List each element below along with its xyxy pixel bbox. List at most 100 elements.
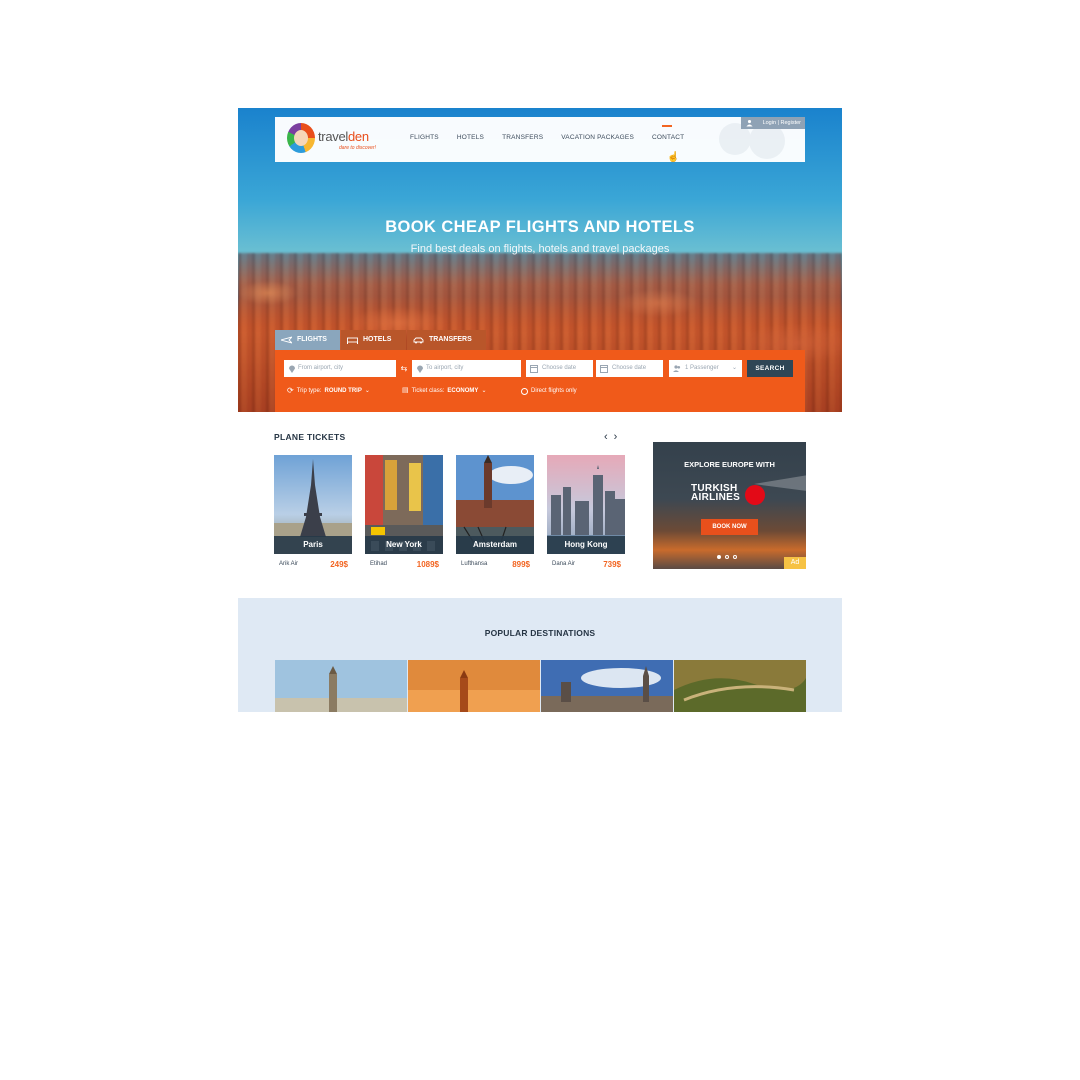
search-panel: From airport, city ⇆ To airport, city Ch…	[275, 350, 805, 412]
users-icon	[673, 365, 681, 372]
hero-banner: travelden dare to discover! FLIGHTS HOTE…	[238, 108, 842, 412]
login-register-button[interactable]: Login | Register	[741, 117, 805, 129]
ad-carousel-dots	[717, 555, 737, 559]
nav-item-transfers[interactable]: TRANSFERS	[502, 134, 543, 141]
tab-transfers[interactable]: TRANSFERS	[407, 330, 486, 350]
ticket-price: 249$	[330, 560, 348, 569]
destination-munich-photo[interactable]	[541, 660, 673, 712]
carousel-dot[interactable]	[725, 555, 729, 559]
refresh-icon: ⟳	[287, 386, 294, 395]
login-register-label: Login | Register	[762, 120, 801, 126]
radio-icon	[521, 387, 528, 395]
tab-hotels[interactable]: HOTELS	[341, 330, 406, 350]
ticket-icon: ▤	[402, 387, 409, 394]
nav-item-contact[interactable]: CONTACT	[652, 125, 684, 141]
trip-type-select[interactable]: ⟳ Trip type: ROUND TRIP ⌄	[287, 386, 370, 396]
chevron-down-icon: ⌄	[481, 388, 487, 394]
hand-cursor-icon: ☝	[667, 152, 680, 163]
ticket-price: 739$	[603, 560, 621, 569]
ticket-card-meta: Lufthansa 899$	[456, 560, 534, 572]
passenger-select[interactable]: 1 Passenger ⌄	[669, 360, 742, 377]
tab-flights[interactable]: FLIGHTS	[275, 330, 340, 350]
turkish-airlines-ad[interactable]: EXPLORE EUROPE WITH TURKISH AIRLINES BOO…	[653, 442, 806, 569]
logo-face	[294, 130, 308, 146]
turkish-airlines-roundel-icon	[745, 485, 765, 505]
ad-headline: EXPLORE EUROPE WITH	[684, 460, 775, 469]
trip-type-value: ROUND TRIP	[324, 388, 362, 394]
swap-icon[interactable]: ⇆	[398, 362, 410, 375]
ticket-price: 899$	[512, 560, 530, 569]
ticket-card-meta: Dana Air 739$	[547, 560, 625, 572]
airline-name: Lufthansa	[461, 561, 488, 567]
carousel-arrows: ‹ ›	[604, 431, 623, 443]
ticket-class-value: ECONOMY	[447, 388, 479, 394]
nav-item-vacation-packages[interactable]: VACATION PACKAGES	[561, 134, 634, 141]
tab-hotels-label: HOTELS	[363, 336, 392, 343]
to-airport-input[interactable]: To airport, city	[412, 360, 521, 377]
search-tabs: FLIGHTS HOTELS TRANSFERS	[275, 330, 486, 350]
logo-wordmark-part1: travel	[318, 129, 348, 144]
chevron-down-icon: ⌄	[731, 365, 737, 371]
return-date-input[interactable]: Choose date	[596, 360, 663, 377]
hero-title: BOOK CHEAP FLIGHTS AND HOTELS	[385, 218, 695, 236]
car-icon	[413, 337, 424, 344]
chevron-left-icon[interactable]: ‹	[604, 431, 608, 443]
ticket-card-city: Amsterdam	[456, 536, 534, 554]
depart-date-input[interactable]: Choose date	[526, 360, 593, 377]
ticket-card-new-york[interactable]: New York	[365, 455, 443, 554]
depart-date-placeholder: Choose date	[542, 365, 577, 371]
map-pin-icon	[289, 365, 295, 373]
book-now-button[interactable]: BOOK NOW	[701, 519, 758, 535]
user-icon	[746, 119, 753, 127]
bed-icon	[347, 337, 358, 344]
ticket-card-paris[interactable]: Paris	[274, 455, 352, 554]
destination-sunset-city-photo[interactable]	[408, 660, 540, 712]
ticket-card-meta: Etihad 1089$	[365, 560, 443, 572]
top-nav-bar: travelden dare to discover! FLIGHTS HOTE…	[275, 117, 805, 163]
direct-flights-label: Direct flights only	[531, 388, 577, 394]
ticket-price: 1089$	[416, 560, 439, 569]
popular-destinations-title: POPULAR DESTINATIONS	[484, 628, 596, 638]
nav-item-hotels[interactable]: HOTELS	[457, 134, 484, 141]
trip-type-label: Trip type:	[296, 388, 322, 394]
page: travelden dare to discover! FLIGHTS HOTE…	[238, 108, 842, 712]
logo-wordmark: travelden	[318, 129, 369, 144]
main-menu: FLIGHTS HOTELS TRANSFERS VACATION PACKAG…	[410, 125, 702, 141]
airline-name: Arik Air	[279, 561, 299, 567]
chevron-down-icon: ⌄	[364, 388, 370, 394]
carousel-dot[interactable]	[717, 555, 721, 559]
ticket-card-meta: Arik Air 249$	[274, 560, 352, 572]
ticket-card-city: Paris	[274, 536, 352, 554]
return-date-placeholder: Choose date	[612, 365, 647, 371]
airline-name: Dana Air	[552, 561, 576, 567]
tab-transfers-label: TRANSFERS	[429, 336, 472, 343]
ticket-card-city: New York	[365, 536, 443, 554]
search-button[interactable]: SEARCH	[747, 360, 793, 377]
ad-brand-line2: AIRLINES	[691, 492, 741, 503]
chevron-right-icon[interactable]: ›	[614, 431, 618, 443]
ticket-card-hong-kong[interactable]: Hong Kong	[547, 455, 625, 554]
to-airport-placeholder: To airport, city	[426, 365, 464, 371]
plane-tickets-title: PLANE TICKETS	[274, 432, 346, 442]
ticket-card-amsterdam[interactable]: Amsterdam	[456, 455, 534, 554]
popular-destinations-section: POPULAR DESTINATIONS	[238, 598, 842, 712]
nav-item-flights[interactable]: FLIGHTS	[410, 134, 439, 141]
ticket-class-label: Ticket class:	[411, 388, 445, 394]
from-airport-input[interactable]: From airport, city	[284, 360, 396, 377]
ticket-card-city: Hong Kong	[547, 536, 625, 554]
destination-london-photo[interactable]	[275, 660, 407, 712]
passenger-value: 1 Passenger	[685, 365, 719, 371]
destination-great-wall-photo[interactable]	[674, 660, 806, 712]
calendar-icon	[600, 365, 608, 373]
airline-name: Etihad	[370, 561, 388, 567]
ticket-class-select[interactable]: ▤ Ticket class: ECONOMY ⌄	[402, 386, 486, 396]
travelden-logo[interactable]: travelden dare to discover!	[287, 123, 377, 155]
carousel-dot[interactable]	[733, 555, 737, 559]
logo-tagline: dare to discover!	[339, 145, 376, 151]
hero-subtitle: Find best deals on flights, hotels and t…	[410, 243, 670, 255]
tab-flights-label: FLIGHTS	[297, 336, 327, 343]
turkish-airlines-logo: TURKISH AIRLINES	[691, 484, 741, 503]
plane-icon	[281, 336, 292, 344]
direct-flights-checkbox[interactable]: Direct flights only	[521, 386, 577, 396]
logo-wordmark-part2: den	[348, 129, 369, 144]
